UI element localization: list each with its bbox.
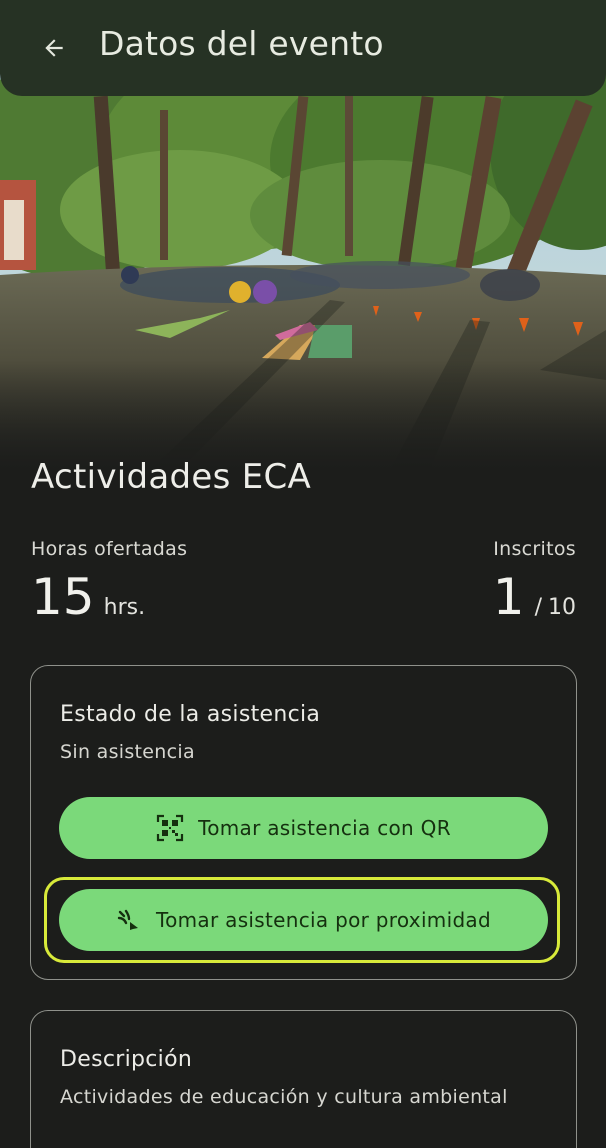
description-heading: Descripción: [60, 1047, 193, 1072]
attendance-card: Estado de la asistencia Sin asistencia T…: [30, 665, 577, 980]
qr-attendance-button[interactable]: Tomar asistencia con QR: [59, 797, 548, 859]
back-button[interactable]: [32, 26, 76, 70]
enrolled-separator: /: [534, 595, 542, 620]
nearby-signal-icon: [116, 908, 142, 932]
page-title: Datos del evento: [99, 24, 384, 63]
enrolled-label: Inscritos: [493, 538, 576, 560]
qr-code-icon: [156, 814, 184, 842]
proximity-button-label: Tomar asistencia por proximidad: [155, 908, 491, 932]
description-card: Descripción Actividades de educación y c…: [30, 1010, 577, 1148]
enrolled-count: 1 / 10: [493, 572, 576, 622]
hours-value: 15: [31, 568, 95, 626]
event-title: Actividades ECA: [31, 457, 312, 497]
qr-button-label: Tomar asistencia con QR: [198, 816, 451, 840]
hours-offered: 15 hrs.: [31, 572, 145, 622]
attendance-heading: Estado de la asistencia: [60, 702, 321, 727]
hours-label: Horas ofertadas: [31, 538, 188, 560]
arrow-left-icon: [45, 39, 63, 57]
top-app-bar: Datos del evento: [0, 0, 606, 96]
hours-unit: hrs.: [103, 595, 146, 620]
description-text: Actividades de educación y cultura ambie…: [60, 1086, 508, 1108]
enrolled-max: 10: [548, 595, 576, 620]
attendance-status: Sin asistencia: [60, 741, 195, 763]
proximity-attendance-button[interactable]: Tomar asistencia por proximidad: [59, 889, 548, 951]
enrolled-value: 1: [492, 568, 525, 626]
